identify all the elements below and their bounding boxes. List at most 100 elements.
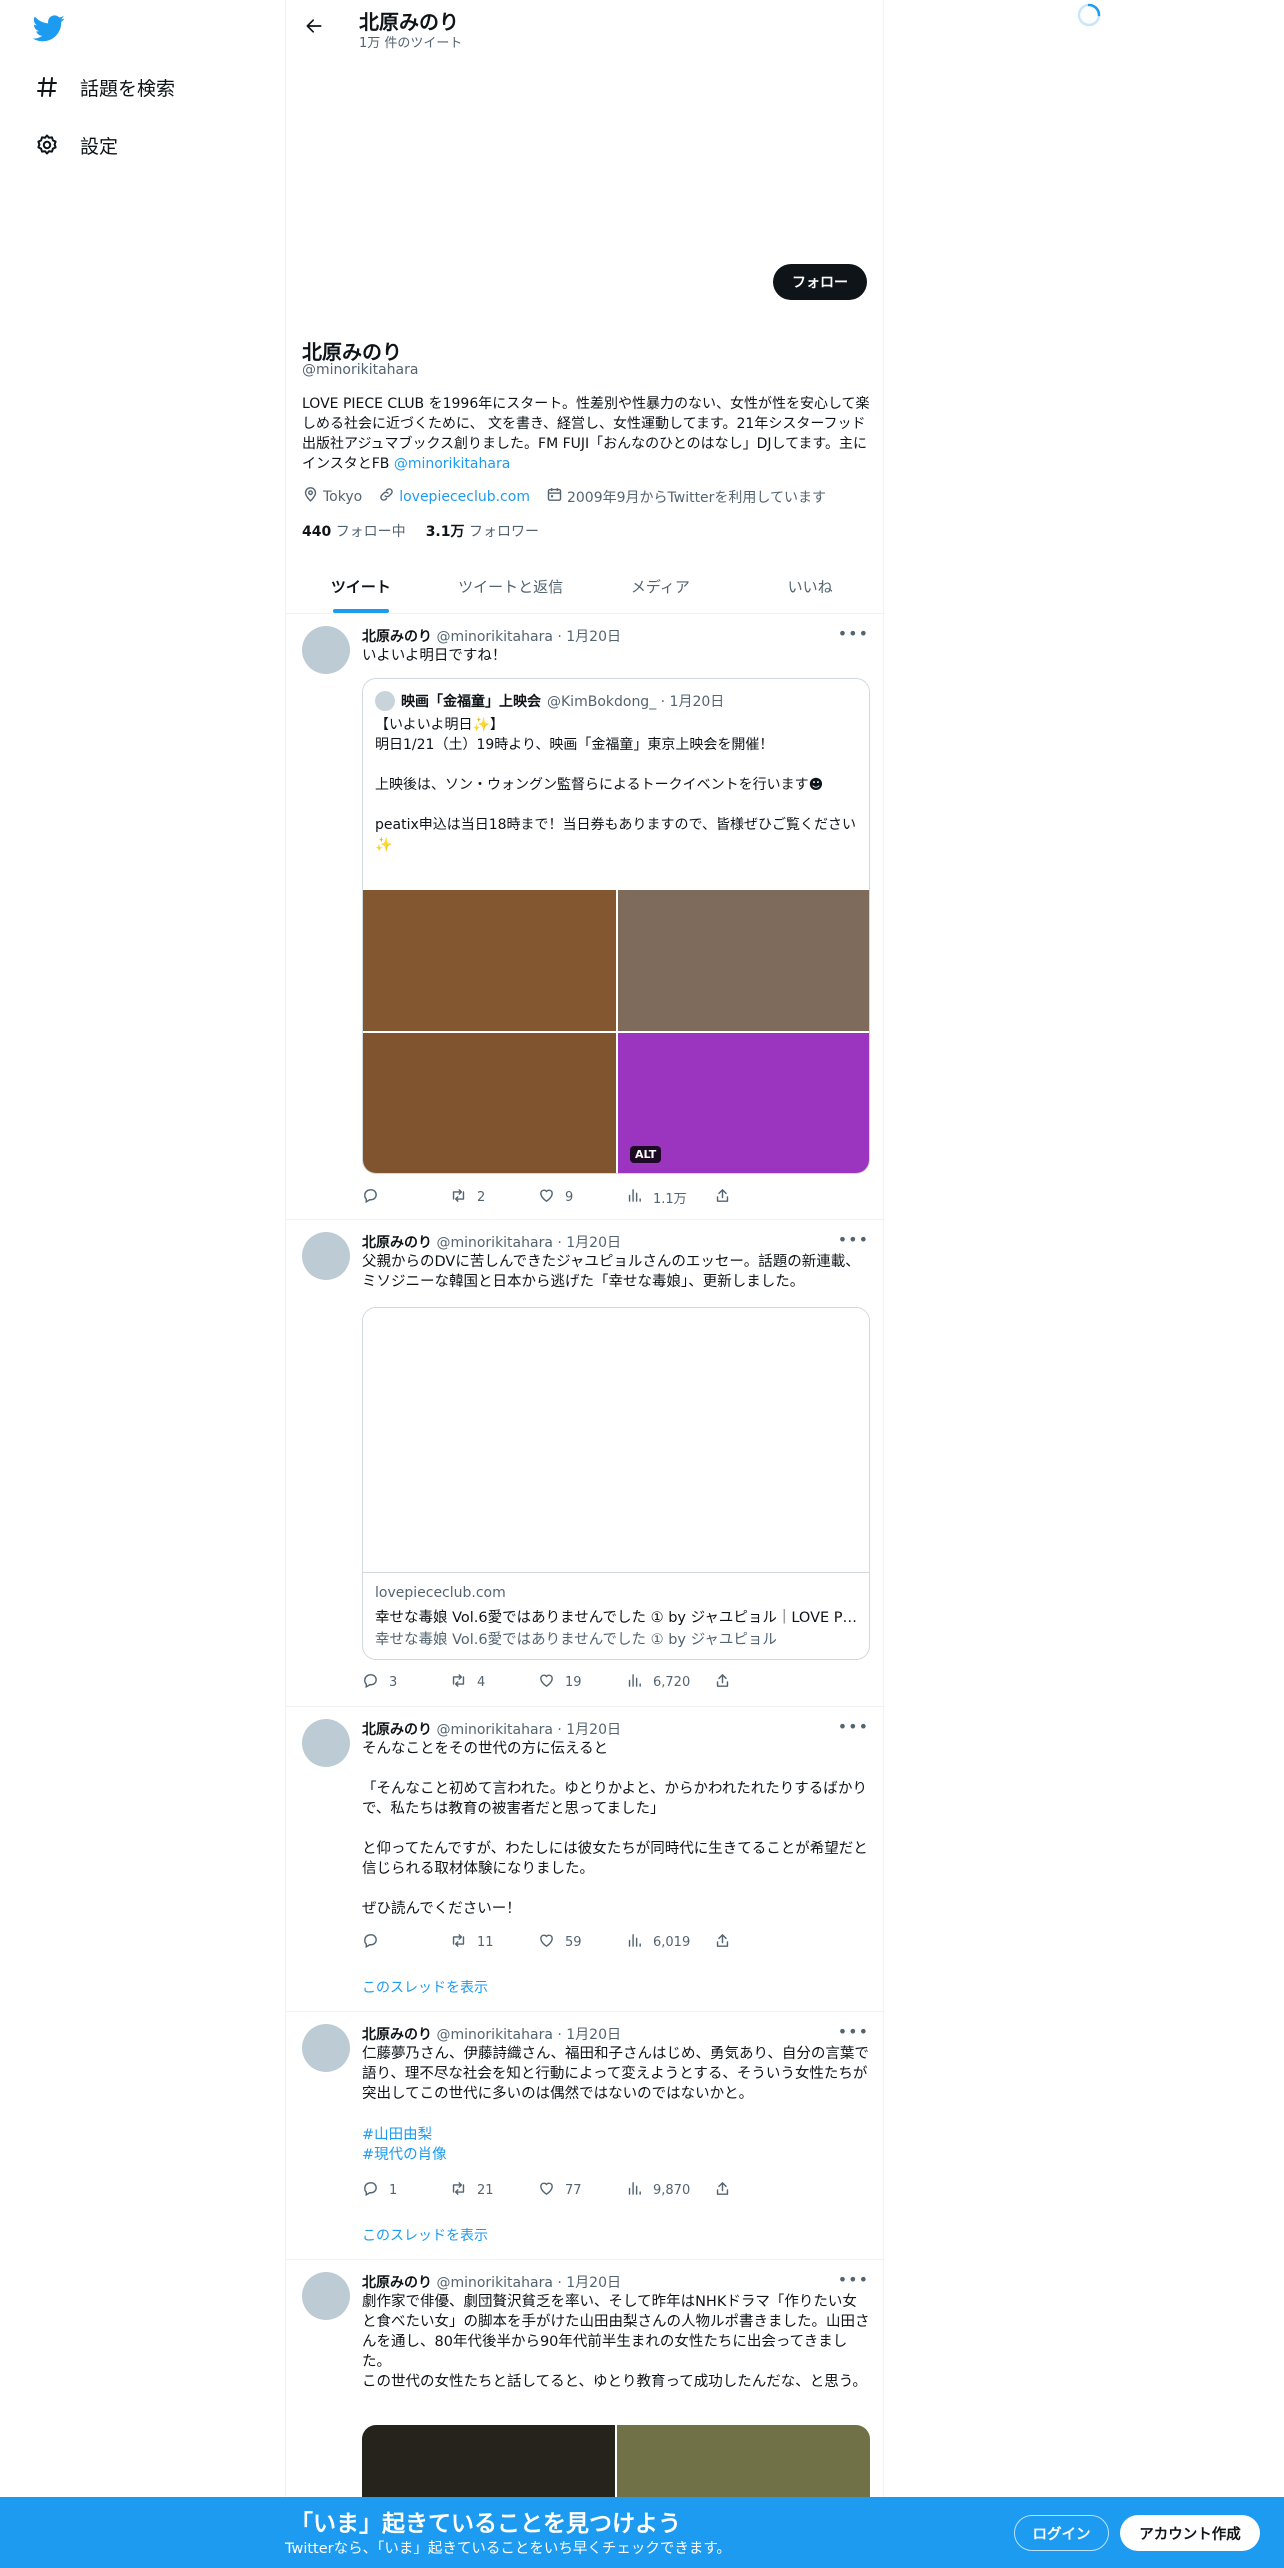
bio-link[interactable]: @minorikitahara	[394, 456, 510, 472]
retweet-button[interactable]: 2	[450, 1187, 538, 1207]
quoted-media-grid: ALT	[363, 890, 869, 1173]
profile-tabs: ツイート ツイートと返信 メディア いいね	[286, 560, 885, 614]
like-button[interactable]: 77	[538, 2180, 626, 2200]
reply-button[interactable]	[362, 1187, 450, 1207]
media-image[interactable]	[618, 890, 869, 1031]
reply-button[interactable]	[362, 1932, 450, 1952]
link-card[interactable]: lovepiececlub.com 幸せな毒娘 Vol.6愛ではありませんでした…	[362, 1307, 870, 1660]
tweet[interactable]: 北原みのり @minorikitahara · 1月20日 ••• そんなことを…	[286, 1707, 885, 2012]
views-button[interactable]: 1.1万	[626, 1187, 714, 1207]
show-thread-link[interactable]: このスレッドを表示	[362, 2225, 488, 2245]
hashtag-icon	[34, 74, 60, 100]
twitter-logo-icon[interactable]	[32, 12, 65, 44]
views-button[interactable]: 6,019	[626, 1932, 714, 1952]
quoted-tweet-text: 【いよいよ明日✨】 明日1/21（土）19時より、映画「金福童」東京上映会を開催…	[375, 717, 856, 853]
share-button[interactable]	[714, 1932, 802, 1952]
back-arrow-icon[interactable]	[300, 12, 328, 40]
like-button[interactable]: 9	[538, 1187, 626, 1207]
tweet-header: 北原みのり @minorikitahara · 1月20日	[362, 1235, 621, 1251]
heart-icon	[538, 2180, 555, 2201]
avatar[interactable]	[302, 1232, 350, 1280]
reply-icon	[362, 1187, 379, 1208]
avatar[interactable]	[302, 2272, 350, 2320]
media-image[interactable]: ALT	[618, 1033, 869, 1173]
share-icon	[714, 1672, 731, 1693]
nav-settings[interactable]: 設定	[34, 125, 118, 165]
share-icon	[714, 1187, 731, 1208]
tweet[interactable]: 北原みのり @minorikitahara · 1月20日 ••• 仁藤夢乃さん…	[286, 2012, 885, 2260]
hashtag-list: #山田由梨 #現代の肖像	[362, 2125, 447, 2165]
signup-banner: 「いま」起きていることを見つけよう Twitterなら、「いま」起きていることを…	[0, 2497, 1284, 2568]
profile-bio: LOVE PIECE CLUB を1996年にスタート。性差別や性暴力のない、女…	[302, 394, 870, 474]
avatar[interactable]	[302, 2024, 350, 2072]
tab-tweets-and-replies[interactable]: ツイートと返信	[436, 560, 586, 613]
tab-tweets[interactable]: ツイート	[286, 560, 436, 613]
show-thread-link[interactable]: このスレッドを表示	[362, 1977, 488, 1997]
avatar[interactable]	[302, 626, 350, 674]
tab-likes[interactable]: いいね	[735, 560, 885, 613]
quoted-tweet[interactable]: 映画「金福童」上映会 @KimBokdong_ · 1月20日 【いよいよ明日✨】…	[362, 678, 870, 1174]
loading-spinner-icon	[1076, 2, 1102, 28]
share-button[interactable]	[714, 1672, 802, 1692]
more-options-icon[interactable]: •••	[838, 2022, 869, 2041]
follow-button[interactable]: フォロー	[773, 264, 867, 300]
location-pin-icon	[302, 486, 319, 507]
bar-chart-icon	[626, 2180, 643, 2201]
heart-icon	[538, 1672, 555, 1693]
avatar[interactable]	[302, 1719, 350, 1767]
hashtag-link[interactable]: #山田由梨	[362, 2125, 447, 2145]
nav-item-label: 話題を検索	[80, 77, 176, 100]
more-options-icon[interactable]: •••	[838, 624, 869, 643]
retweet-icon	[450, 1187, 467, 1208]
media-image[interactable]	[363, 1033, 616, 1173]
retweet-button[interactable]: 4	[450, 1672, 538, 1692]
tweet-header: 北原みのり @minorikitahara · 1月20日	[362, 1722, 621, 1738]
profile-location: Tokyo	[302, 486, 362, 507]
views-button[interactable]: 9,870	[626, 2180, 714, 2200]
nav-item-label: 設定	[80, 135, 119, 158]
retweet-button[interactable]: 21	[450, 2180, 538, 2200]
more-options-icon[interactable]: •••	[838, 1717, 869, 1736]
profile-header-bar: 北原みのり 1万 件のツイート	[286, 0, 885, 52]
profile-follow-stats: 440 フォロー中 3.1万 フォロワー	[302, 521, 539, 541]
following-link[interactable]: 440 フォロー中	[302, 521, 406, 541]
avatar	[375, 691, 395, 711]
tab-media[interactable]: メディア	[586, 560, 736, 613]
share-button[interactable]	[714, 2180, 802, 2200]
signup-button[interactable]: アカウント作成	[1120, 2515, 1260, 2551]
card-description: 幸せな毒娘 Vol.6愛ではありませんでした ① by ジャユピョル	[375, 1632, 777, 1648]
share-button[interactable]	[714, 1187, 802, 1207]
tweet-actions: 3 4 19 6,720	[362, 1672, 802, 1692]
tweet-text: 父親からのDVに苦しんできたジャユピョルさんのエッセー。話題の新連載、ミソジニー…	[362, 1254, 860, 1290]
more-options-icon[interactable]: •••	[838, 2270, 869, 2289]
tweet-header: 北原みのり @minorikitahara · 1月20日	[362, 2275, 621, 2291]
profile-handle: @minorikitahara	[302, 362, 419, 378]
share-icon	[714, 1932, 731, 1953]
alt-badge[interactable]: ALT	[630, 1146, 662, 1163]
reply-button[interactable]: 1	[362, 2180, 450, 2200]
tweet-text: いよいよ明日ですね！	[362, 648, 507, 664]
views-button[interactable]: 6,720	[626, 1672, 714, 1692]
like-button[interactable]: 19	[538, 1672, 626, 1692]
more-options-icon[interactable]: •••	[838, 1230, 869, 1249]
gear-icon	[34, 132, 60, 158]
card-domain: lovepiececlub.com	[375, 1585, 506, 1601]
banner-subtitle: Twitterなら、「いま」起きていることをいち早くチェックできます。	[285, 2541, 731, 2557]
retweet-icon	[450, 1672, 467, 1693]
tweet-text: そんなことをその世代の方に伝えると 「そんなこと初めて言われた。ゆとりかよと、か…	[362, 1741, 868, 1917]
retweet-icon	[450, 2180, 467, 2201]
bar-chart-icon	[626, 1672, 643, 1693]
reply-icon	[362, 1672, 379, 1693]
bar-chart-icon	[626, 1932, 643, 1953]
reply-button[interactable]: 3	[362, 1672, 450, 1692]
retweet-button[interactable]: 11	[450, 1932, 538, 1952]
profile-meta: Tokyo lovepiececlub.com 2009年9月からTwitter…	[302, 486, 826, 507]
profile-website[interactable]: lovepiececlub.com	[378, 486, 530, 507]
nav-explore[interactable]: 話題を検索	[34, 67, 175, 107]
media-image[interactable]	[363, 890, 616, 1031]
followers-link[interactable]: 3.1万 フォロワー	[426, 521, 539, 541]
like-button[interactable]: 59	[538, 1932, 626, 1952]
bio-text: LOVE PIECE CLUB を1996年にスタート。性差別や性暴力のない、女…	[302, 396, 870, 472]
login-button[interactable]: ログイン	[1014, 2515, 1109, 2551]
hashtag-link[interactable]: #現代の肖像	[362, 2145, 447, 2165]
